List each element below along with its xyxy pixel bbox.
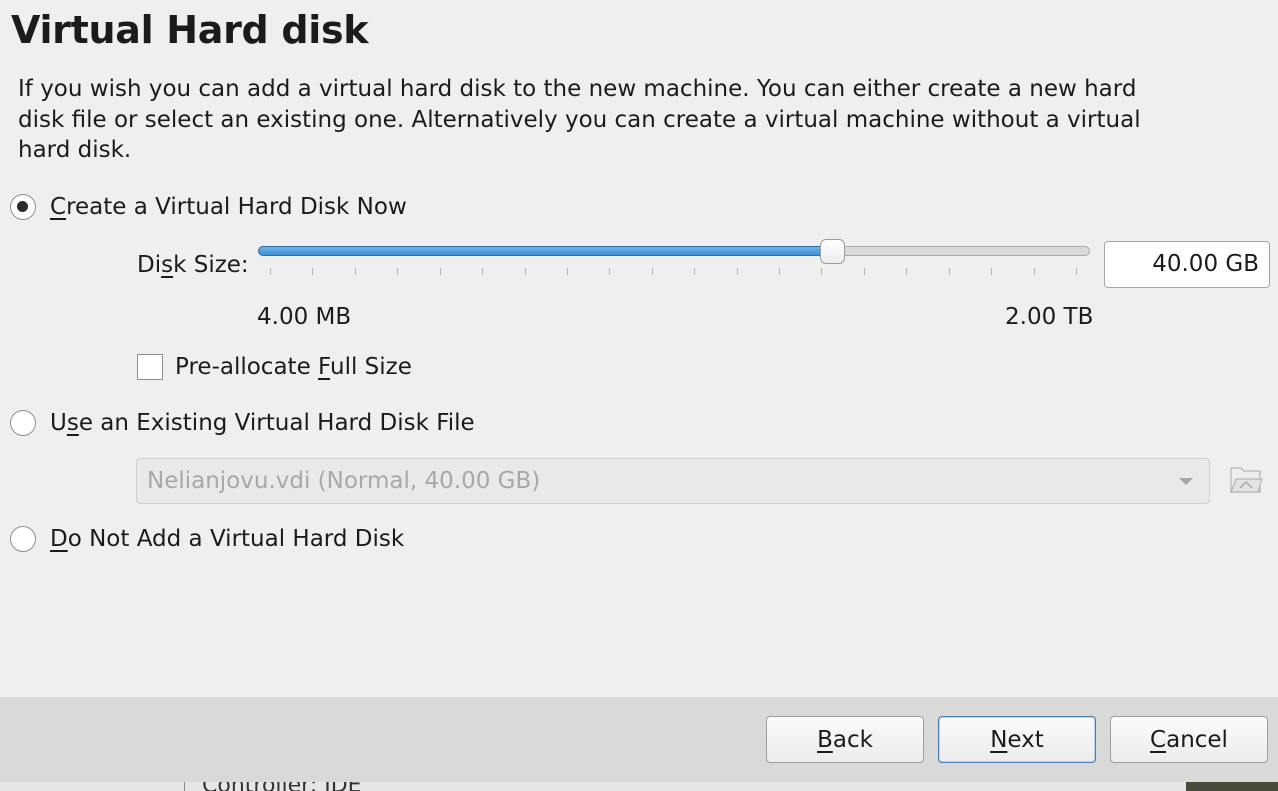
disk-size-input[interactable]: 40.00 GB <box>1104 241 1270 288</box>
next-button[interactable]: Next <box>938 716 1096 763</box>
cancel-button[interactable]: Cancel <box>1110 716 1268 763</box>
slider-tick <box>1076 268 1077 275</box>
back-button[interactable]: Back <box>766 716 924 763</box>
preallocate-checkbox[interactable] <box>137 354 163 380</box>
radio-do-not-add[interactable]: Do Not Add a Virtual Hard Disk <box>10 526 404 552</box>
existing-disk-select-value: Nelianjovu.vdi (Normal, 40.00 GB) <box>147 468 541 494</box>
radio-create-new[interactable]: Create a Virtual Hard Disk Now <box>10 194 407 220</box>
radio-button-use-existing[interactable] <box>10 410 36 436</box>
radio-use-existing[interactable]: Use an Existing Virtual Hard Disk File <box>10 410 475 436</box>
radio-button-do-not-add[interactable] <box>10 526 36 552</box>
slider-tick <box>312 268 314 275</box>
folder-open-icon <box>1230 467 1263 493</box>
radio-do-not-add-label[interactable]: Do Not Add a Virtual Hard Disk <box>50 526 404 552</box>
slider-tick <box>991 268 993 275</box>
slider-tick <box>566 268 568 275</box>
radio-create-new-label[interactable]: Create a Virtual Hard Disk Now <box>50 194 407 220</box>
slider-tick <box>736 268 738 275</box>
background-controller-text: Controller: IDE <box>202 782 362 791</box>
radio-use-existing-label[interactable]: Use an Existing Virtual Hard Disk File <box>50 410 475 436</box>
radio-button-create-new[interactable] <box>10 194 36 220</box>
disk-size-slider-handle[interactable] <box>819 239 845 264</box>
slider-tick <box>439 268 441 275</box>
slider-tick <box>779 268 781 275</box>
slider-tick <box>694 268 696 275</box>
slider-max-label: 2.00 TB <box>1005 304 1094 330</box>
slider-tick <box>948 268 950 275</box>
choose-disk-file-button[interactable] <box>1229 462 1263 496</box>
slider-tick <box>354 268 356 275</box>
background-window-strip: Controller: IDE <box>0 782 1278 791</box>
slider-tick <box>524 268 526 275</box>
dialog-description: If you wish you can add a virtual hard d… <box>18 76 1141 163</box>
chevron-down-icon <box>1179 478 1193 485</box>
slider-tick <box>482 268 484 275</box>
existing-disk-select[interactable]: Nelianjovu.vdi (Normal, 40.00 GB) <box>136 458 1210 504</box>
slider-tick <box>651 268 653 275</box>
preallocate-label[interactable]: Pre-allocate Full Size <box>175 354 412 380</box>
slider-tick <box>397 268 399 275</box>
slider-tick <box>1033 268 1035 275</box>
dialog-title: Virtual Hard disk <box>11 8 369 52</box>
disk-size-slider-fill <box>258 246 833 256</box>
slider-min-label: 4.00 MB <box>257 304 352 330</box>
slider-tick <box>821 268 823 275</box>
slider-tick <box>906 268 908 275</box>
slider-tick <box>863 268 865 275</box>
disk-size-label: Disk Size: <box>137 252 249 278</box>
slider-tick <box>270 268 271 275</box>
slider-tick <box>609 268 611 275</box>
